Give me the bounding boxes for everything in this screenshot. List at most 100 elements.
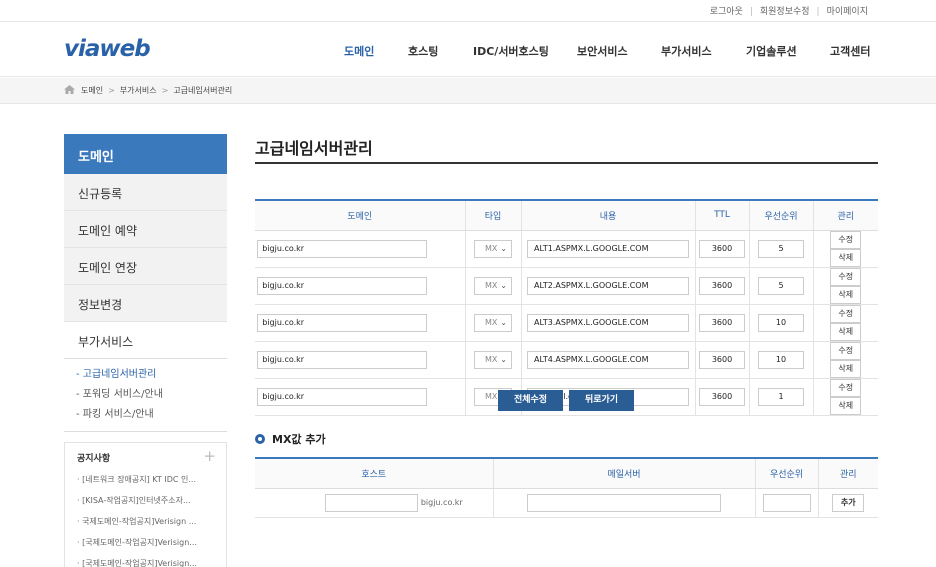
home-icon[interactable] xyxy=(64,85,75,94)
utility-bar: 로그아웃 | 회원정보수정 | 마이페이지 xyxy=(0,0,936,22)
notice-item[interactable]: · [네트워크 장애공지] KT IDC 인... xyxy=(77,469,223,490)
delete-button[interactable]: 삭제 xyxy=(830,359,862,378)
edit-button[interactable]: 수정 xyxy=(830,304,862,323)
table-header-row: 도메인 타입 내용 TTL 우선순위 관리 xyxy=(255,200,878,231)
edit-button[interactable]: 수정 xyxy=(830,267,862,286)
breadcrumb-domain[interactable]: 도메인 xyxy=(81,86,103,95)
col-domain: 도메인 xyxy=(255,200,465,231)
page-title: 고급네임서버관리 xyxy=(255,139,373,158)
domain-field[interactable]: bigju.co.kr xyxy=(257,350,428,369)
chevron-down-icon: ⌄ xyxy=(500,317,507,327)
nav-hosting[interactable]: 호스팅 xyxy=(408,43,438,59)
notice-item[interactable]: · [KISA-작업공지]인터넷주소자... xyxy=(77,490,223,511)
add-button[interactable]: 추가 xyxy=(832,493,865,512)
logout-link[interactable]: 로그아웃 xyxy=(710,7,743,17)
sidebar-item-addon[interactable]: 부가서비스 xyxy=(64,322,227,359)
mx-add-table: 호스트 메일서버 우선순위 관리 bigju.co.kr 추가 xyxy=(255,457,878,518)
mailserver-input[interactable] xyxy=(527,493,721,512)
ttl-field[interactable]: 3600 xyxy=(699,313,745,332)
col-manage: 관리 xyxy=(817,458,878,489)
back-button[interactable]: 뒤로가기 xyxy=(569,390,634,411)
sidebar-item-register[interactable]: 신규등록 xyxy=(64,174,227,211)
domain-suffix: bigju.co.kr xyxy=(420,498,463,507)
breadcrumb-current: 고급네임서버관리 xyxy=(173,86,233,95)
nav-support[interactable]: 고객센터 xyxy=(830,43,870,59)
table-row: bigju.co.kr MX ⌄ ALT3.ASPMX.L.GOOGLE.COM 360… xyxy=(255,304,878,342)
col-ttl: TTL xyxy=(694,200,749,231)
edit-member-link[interactable]: 회원정보수정 xyxy=(760,7,810,17)
content-field[interactable]: ALT2.ASPMX.L.GOOGLE.COM xyxy=(527,276,689,295)
domain-field[interactable]: bigju.co.kr xyxy=(257,313,428,332)
type-select[interactable]: MX⌄ xyxy=(474,313,512,332)
edit-button[interactable]: 수정 xyxy=(830,341,862,360)
sidebar-sub-forwarding[interactable]: - 포워딩 서비스/안내 xyxy=(76,385,227,405)
sidebar-item-renew[interactable]: 도메인 연장 xyxy=(64,248,227,285)
content-field[interactable]: ALT1.ASPMX.L.GOOGLE.COM xyxy=(527,239,689,258)
utility-links: 로그아웃 | 회원정보수정 | 마이페이지 xyxy=(709,7,868,17)
type-value: MX xyxy=(485,354,498,364)
col-priority: 우선순위 xyxy=(748,200,813,231)
delete-button[interactable]: 삭제 xyxy=(830,396,862,415)
nav-security[interactable]: 보안서비스 xyxy=(577,43,628,59)
type-select[interactable]: MX⌄ xyxy=(474,239,512,258)
type-value: MX xyxy=(485,317,498,327)
sidebar-submenu: - 고급네임서버관리 - 포워딩 서비스/안내 - 파킹 서비스/안내 xyxy=(64,359,227,432)
col-priority: 우선순위 xyxy=(754,458,818,489)
type-select[interactable]: MX⌄ xyxy=(474,276,512,295)
breadcrumb: 도메인 > 부가서비스 > 고급네임서버관리 xyxy=(0,78,936,104)
sidebar-sub-parking[interactable]: - 파킹 서비스/안내 xyxy=(76,405,227,425)
edit-button[interactable]: 수정 xyxy=(830,230,862,249)
domain-field[interactable]: bigju.co.kr xyxy=(257,239,428,258)
sidebar-item-info-change[interactable]: 정보변경 xyxy=(64,285,227,322)
logo[interactable]: viaweb xyxy=(64,36,151,62)
ttl-field[interactable]: 3600 xyxy=(699,387,745,406)
priority-field[interactable]: 5 xyxy=(758,239,804,258)
save-all-button[interactable]: 전체수정 xyxy=(498,390,563,411)
breadcrumb-addon[interactable]: 부가서비스 xyxy=(120,86,157,95)
notice-item[interactable]: · 국제도메인-작업공지]Verisign ... xyxy=(77,511,223,532)
nav-addon[interactable]: 부가서비스 xyxy=(661,43,712,59)
delete-button[interactable]: 삭제 xyxy=(830,248,862,267)
domain-field[interactable]: bigju.co.kr xyxy=(257,387,428,406)
mx-add-title: MX값 추가 xyxy=(255,431,326,447)
table-row: bigju.co.kr MX ⌄ ALT4.ASPMX.L.GOOGLE.COM 360… xyxy=(255,341,878,379)
nav-idc[interactable]: IDC/서버호스팅 xyxy=(473,43,549,59)
notice-title: 공지사항 xyxy=(77,454,111,464)
edit-button[interactable]: 수정 xyxy=(830,378,862,397)
priority-field[interactable]: 1 xyxy=(758,387,804,406)
nav-enterprise[interactable]: 기업솔루션 xyxy=(746,43,797,59)
mx-add-row: bigju.co.kr 추가 xyxy=(255,488,878,518)
ttl-field[interactable]: 3600 xyxy=(699,350,745,369)
col-host: 호스트 xyxy=(255,458,493,489)
domain-field[interactable]: bigju.co.kr xyxy=(257,276,428,295)
notice-item[interactable]: · [국제도메인-작업공지]Verisign... xyxy=(77,553,223,567)
type-select[interactable]: MX⌄ xyxy=(474,350,512,369)
host-input[interactable] xyxy=(324,493,418,512)
priority-field[interactable]: 10 xyxy=(758,350,804,369)
sidebar-item-reserve[interactable]: 도메인 예약 xyxy=(64,211,227,248)
priority-field[interactable]: 10 xyxy=(758,313,804,332)
notice-item[interactable]: · [국제도메인-작업공지]Verisign... xyxy=(77,532,223,553)
chevron-down-icon: ⌄ xyxy=(500,243,507,253)
sidebar: 도메인 신규등록 도메인 예약 도메인 연장 정보변경 부가서비스 - 고급네임… xyxy=(64,134,227,567)
chevron-down-icon: ⌄ xyxy=(500,354,507,364)
ttl-field[interactable]: 3600 xyxy=(699,239,745,258)
nav-domain[interactable]: 도메인 xyxy=(344,43,374,59)
title-divider xyxy=(255,162,878,164)
col-manage: 관리 xyxy=(812,200,878,231)
content-field[interactable]: ALT3.ASPMX.L.GOOGLE.COM xyxy=(527,313,689,332)
table-row: bigju.co.kr MX ⌄ ALT1.ASPMX.L.GOOGLE.COM 360… xyxy=(255,230,878,268)
col-content: 내용 xyxy=(520,200,695,231)
content-field[interactable]: ALT4.ASPMX.L.GOOGLE.COM xyxy=(527,350,689,369)
delete-button[interactable]: 삭제 xyxy=(830,322,862,341)
priority-field[interactable]: 5 xyxy=(758,276,804,295)
delete-button[interactable]: 삭제 xyxy=(830,285,862,304)
mypage-link[interactable]: 마이페이지 xyxy=(827,7,868,17)
ttl-field[interactable]: 3600 xyxy=(699,276,745,295)
sidebar-sub-nameserver[interactable]: - 고급네임서버관리 xyxy=(76,365,227,385)
type-value: MX xyxy=(485,280,498,290)
priority-input[interactable] xyxy=(762,493,811,512)
bullet-icon xyxy=(255,434,265,444)
chevron-down-icon: ⌄ xyxy=(500,280,507,290)
plus-icon[interactable]: + xyxy=(203,447,216,465)
